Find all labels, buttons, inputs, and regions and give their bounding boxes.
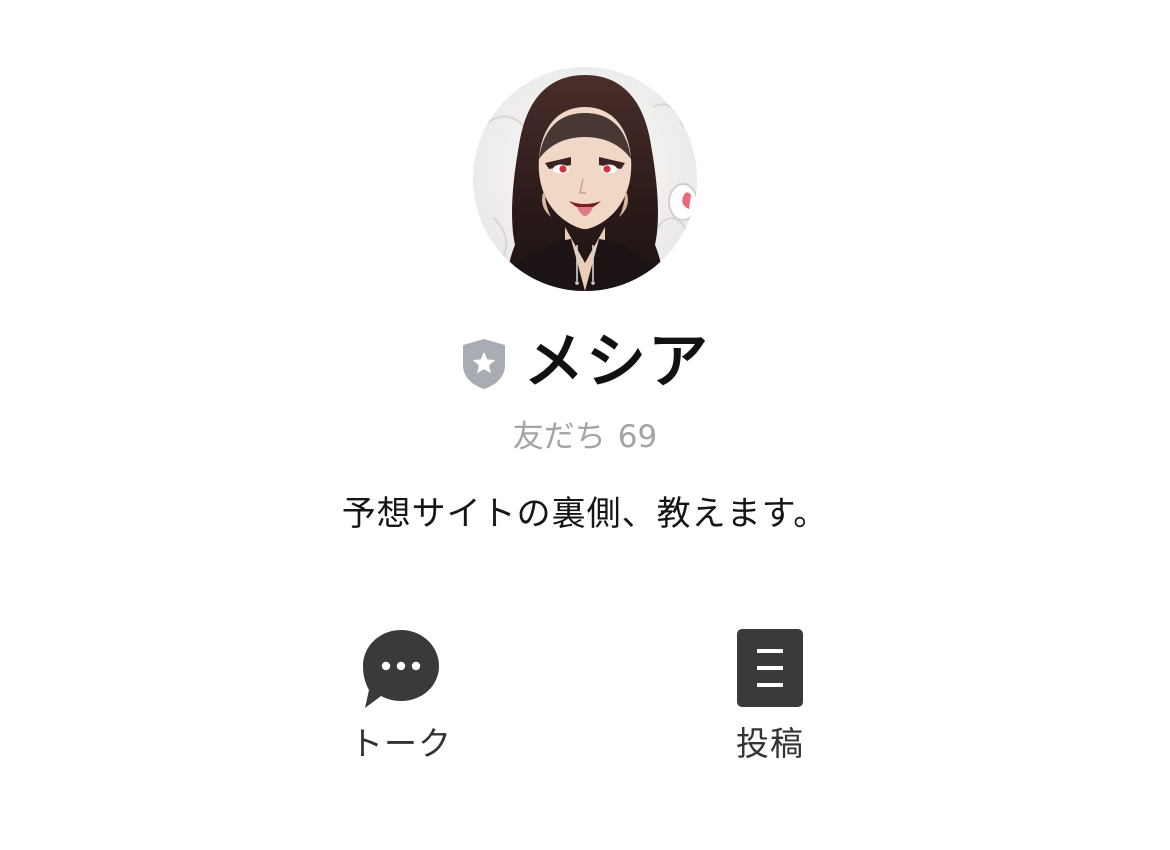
- account-name: メシア: [524, 327, 710, 397]
- chat-bubble-icon: [359, 626, 443, 710]
- status-message: 予想サイトの裏側、教えます。: [341, 494, 829, 534]
- posts-list-icon: [728, 626, 812, 710]
- friends-label: 友だち: [512, 419, 606, 455]
- friends-count: 69: [617, 419, 658, 455]
- profile-page: メシア 友だち 69 予想サイトの裏側、教えます。 トーク 投稿: [0, 0, 1170, 850]
- verified-shield-star-icon: [463, 339, 505, 389]
- talk-label: トーク: [350, 724, 452, 763]
- account-name-row: メシア: [0, 322, 1170, 402]
- hooded-character-avatar-icon: [473, 67, 697, 291]
- posts-label: 投稿: [736, 724, 804, 763]
- friends-count-row[interactable]: 友だち 69: [0, 414, 1170, 460]
- posts-button[interactable]: 投稿: [690, 626, 850, 776]
- avatar[interactable]: [473, 67, 697, 291]
- talk-button[interactable]: トーク: [321, 626, 481, 776]
